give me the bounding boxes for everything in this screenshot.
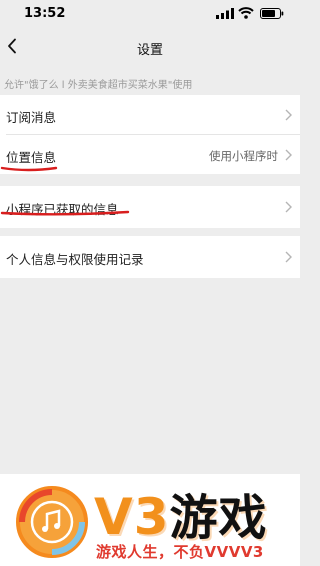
location-info-value: 使用小程序时 [209, 149, 278, 163]
settings-group-primary: 订阅消息 位置信息 使用小程序时 [0, 95, 300, 174]
chevron-right-icon [285, 109, 292, 121]
watermark-banner: V3游戏 游戏人生，不负VVVV3 [0, 474, 300, 566]
nav-bar: 设置 [0, 28, 300, 66]
page-title: 设置 [136, 43, 163, 58]
status-time: 13:52 [24, 6, 66, 21]
status-bar: 13:52 [0, 0, 300, 28]
cellular-signal-icon [216, 8, 234, 19]
wifi-icon [238, 7, 254, 19]
subscribe-messages-item[interactable]: 订阅消息 [0, 95, 300, 135]
v3-logo-icon [16, 486, 88, 558]
personal-info-records-label: 个人信息与权限使用记录 [6, 252, 144, 267]
obtained-info-item[interactable]: 小程序已获取的信息 [0, 187, 300, 227]
chevron-right-icon [285, 149, 292, 161]
brand-slogan: 游戏人生，不负VVVV3 [96, 543, 264, 561]
settings-group-personal: 个人信息与权限使用记录 [0, 236, 300, 278]
brand-logo-text: V3游戏 [94, 478, 268, 548]
settings-group-obtained: 小程序已获取的信息 [0, 186, 300, 228]
red-underline-annotation [0, 166, 58, 172]
subscribe-messages-label: 订阅消息 [6, 110, 57, 125]
personal-info-records-item[interactable]: 个人信息与权限使用记录 [0, 237, 300, 277]
red-underline-annotation [0, 210, 130, 216]
permission-description: 允许"饿了么 l 外卖美食超市买菜水果"使用 [4, 80, 193, 91]
battery-icon [260, 8, 284, 19]
brand-v3: V3 [94, 488, 170, 546]
chevron-right-icon [285, 251, 292, 263]
chevron-right-icon [285, 201, 292, 213]
brand-cn: 游戏 [169, 490, 268, 546]
